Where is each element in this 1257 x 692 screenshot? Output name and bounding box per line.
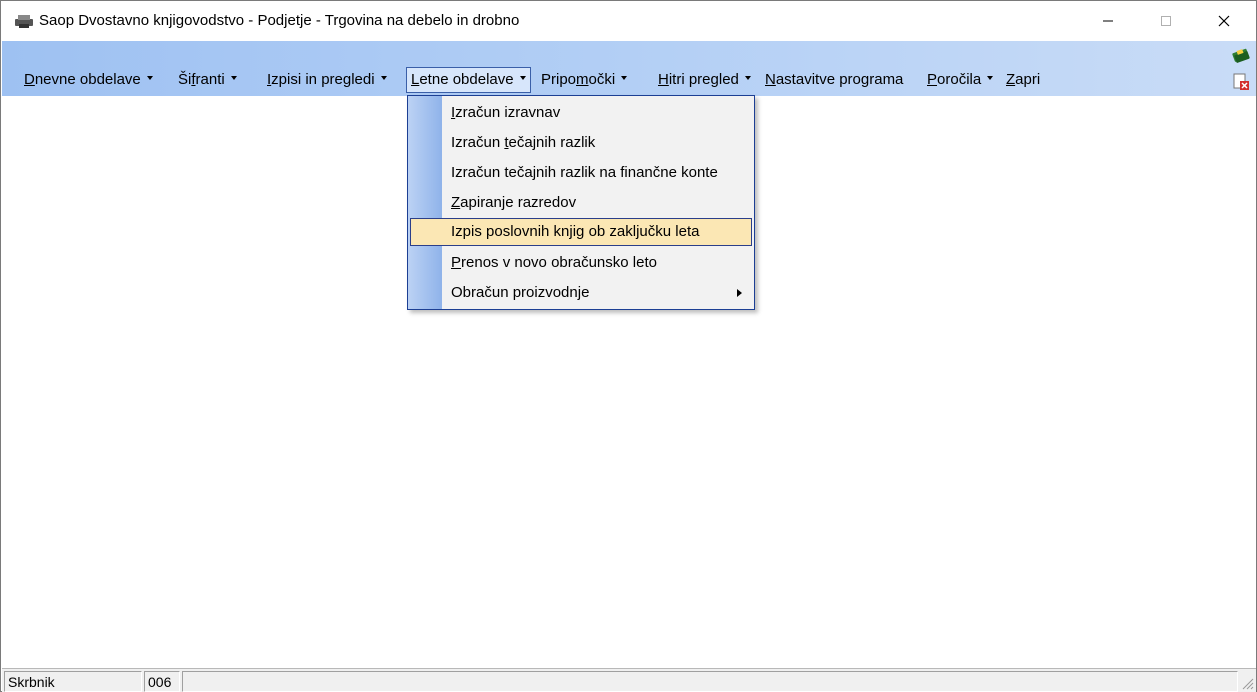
resize-grip-icon[interactable] (1240, 676, 1254, 690)
menu-sifranti[interactable]: Šifranti (174, 67, 241, 93)
maximize-icon (1161, 16, 1171, 26)
menu-porocila[interactable]: Poročila (923, 67, 997, 93)
menu-letne-obdelave[interactable]: Letne obdelave (406, 67, 531, 93)
dropdown-caret-icon (230, 76, 237, 81)
menu-bar: Dnevne obdelave Šifranti Izpisi in pregl… (2, 41, 1256, 96)
status-bar: Skrbnik 006 (2, 668, 1256, 692)
close-icon (1218, 15, 1230, 27)
close-button[interactable] (1195, 1, 1253, 41)
books-icon[interactable] (1230, 45, 1252, 65)
menu-item-zapiranje-razredov[interactable]: Zapiranje razredov (410, 189, 752, 217)
title-bar[interactable]: Saop Dvostavno knjigovodstvo - Podjetje … (1, 1, 1256, 41)
dropdown-caret-icon (621, 76, 628, 81)
menu-item-izpis-poslovnih-knjig[interactable]: Izpis poslovnih knjig ob zaključku leta (410, 218, 752, 246)
minimize-icon (1103, 20, 1113, 22)
menu-hitri-pregled[interactable]: Hitri pregled (654, 67, 755, 93)
status-user: Skrbnik (4, 671, 142, 692)
menu-item-izracun-tecajnih-razlik[interactable]: Izračun tečajnih razlik (410, 129, 752, 157)
app-window: Saop Dvostavno knjigovodstvo - Podjetje … (0, 0, 1257, 692)
menu-item-izracun-izravnav[interactable]: Izračun izravnav (410, 99, 752, 127)
dropdown-caret-icon (744, 76, 751, 81)
printer-icon (15, 15, 33, 28)
menu-pripomocki[interactable]: Pripomočki (537, 67, 631, 93)
minimize-button[interactable] (1079, 1, 1137, 41)
status-message (182, 671, 1238, 692)
menu-item-prenos-v-novo-leto[interactable]: Prenos v novo obračunsko leto (410, 249, 752, 277)
menu-item-obracun-proizvodnje[interactable]: Obračun proizvodnje (410, 279, 752, 307)
menu-item-izracun-tecajnih-razlik-financne-konte[interactable]: Izračun tečajnih razlik na finančne kont… (410, 159, 752, 187)
status-code: 006 (144, 671, 180, 692)
menu-izpisi-in-pregledi[interactable]: Izpisi in pregledi (263, 67, 391, 93)
menu-nastavitve-programa[interactable]: Nastavitve programa (761, 67, 907, 93)
letne-obdelave-dropdown: Izračun izravnav Izračun tečajnih razlik… (407, 95, 755, 310)
dropdown-caret-icon (987, 76, 994, 81)
maximize-button[interactable] (1137, 1, 1195, 41)
menu-dnevne-obdelave[interactable]: Dnevne obdelave (20, 67, 157, 93)
submenu-arrow-icon (737, 289, 742, 297)
dropdown-caret-icon (380, 76, 387, 81)
dropdown-caret-icon (146, 76, 153, 81)
close-document-icon[interactable] (1230, 72, 1252, 92)
menu-zapri[interactable]: Zapri (1002, 67, 1044, 93)
window-title: Saop Dvostavno knjigovodstvo - Podjetje … (39, 12, 520, 29)
dropdown-caret-icon (519, 76, 526, 81)
